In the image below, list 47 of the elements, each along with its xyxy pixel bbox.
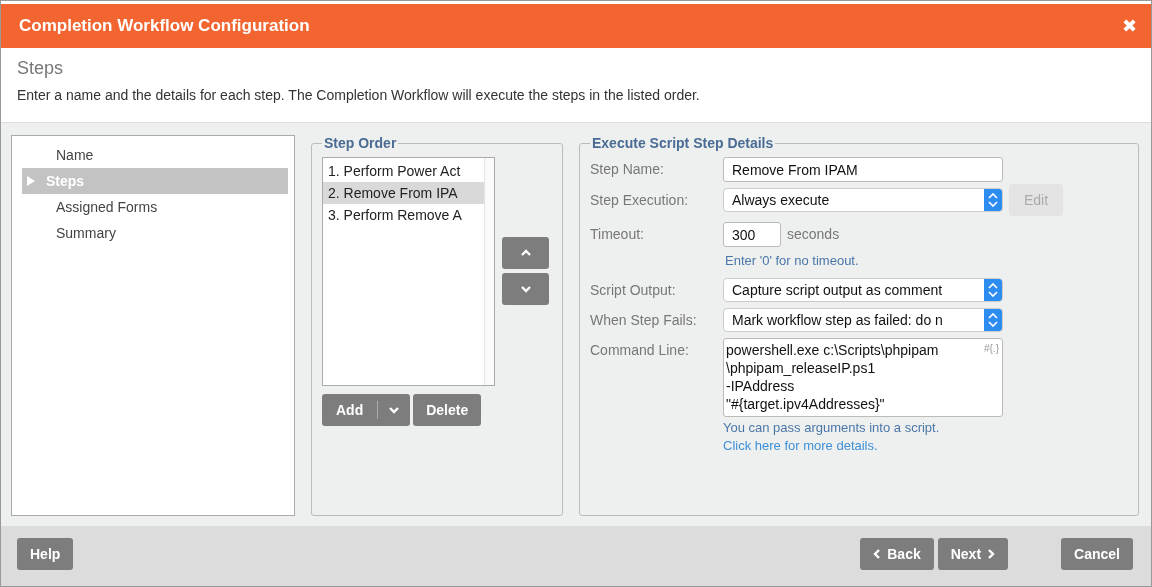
back-button[interactable]: Back — [860, 538, 934, 570]
command-text: -IPAddress — [726, 377, 795, 395]
dropdown-arrows-icon — [984, 279, 1002, 301]
move-up-button[interactable] — [502, 237, 549, 269]
hint-text: Enter '0' for no timeout. — [724, 253, 860, 268]
delete-button[interactable]: Delete — [413, 394, 482, 426]
command-line-field[interactable]: powershell.exe c:\Scripts\phpipam \phpipam_releaseIP.ps1 -IPAddress "#{target.ipv4Addresses}" #{.} — [723, 338, 1003, 417]
triangle-icon — [26, 176, 36, 186]
dropdown-arrows-icon — [984, 189, 1002, 211]
step-name-field[interactable]: Remove From IPAM — [723, 157, 1003, 182]
command-text: powershell.exe c:\Scripts\phpipam — [726, 341, 939, 359]
field-label: Step Name: — [590, 160, 665, 179]
window-title: Completion Workflow Configuration — [19, 16, 310, 36]
cancel-button[interactable]: Cancel — [1061, 538, 1133, 570]
unit-label: seconds — [786, 225, 840, 244]
nav-item[interactable]: Name — [22, 142, 288, 168]
caret-down-icon — [519, 285, 532, 293]
panel-title: Execute Script Step Details — [591, 135, 775, 151]
command-text: "#{target.ipv4Addresses}" — [726, 395, 885, 413]
section-description: Enter a name and the details for each step. The Completion Workflow will execute the steps in the listed order. — [17, 87, 701, 103]
select-field[interactable]: Capture script output as comment — [723, 278, 1003, 302]
field-label: Command Line: — [590, 341, 690, 360]
step-item[interactable]: 2. Remove From IPA — [323, 182, 484, 204]
move-down-button[interactable] — [502, 273, 549, 305]
field-label: Script Output: — [590, 281, 677, 300]
step-item[interactable]: 3. Perform Remove A — [323, 204, 484, 226]
dropdown-arrows-icon — [984, 309, 1002, 331]
timeout-field[interactable]: 300 — [723, 222, 781, 247]
next-button[interactable]: Next — [937, 538, 1009, 570]
help-button[interactable]: Help — [17, 538, 74, 570]
step-item[interactable]: 1. Perform Power Act — [323, 160, 484, 182]
caret-down-icon — [388, 406, 401, 414]
caret-up-icon — [519, 249, 532, 257]
nav-item[interactable]: Summary — [22, 220, 288, 246]
command-text: \phpipam_releaseIP.ps1 — [726, 359, 876, 377]
field-label: Step Execution: — [590, 191, 690, 210]
select-field[interactable]: Always execute — [723, 188, 1003, 212]
chevron-right-icon — [987, 548, 996, 560]
section-title: Steps — [17, 58, 65, 79]
select-field[interactable]: Mark workflow step as failed: do n — [723, 308, 1003, 332]
chevron-left-icon — [873, 548, 882, 560]
nav-item[interactable]: Assigned Forms — [22, 194, 288, 220]
panel-title: Step Order — [323, 135, 398, 151]
field-label: When Step Fails: — [590, 311, 698, 330]
hint-text: You can pass arguments into a script. — [723, 420, 941, 435]
add-button[interactable]: Add — [322, 394, 378, 426]
field-label: Timeout: — [590, 225, 645, 244]
